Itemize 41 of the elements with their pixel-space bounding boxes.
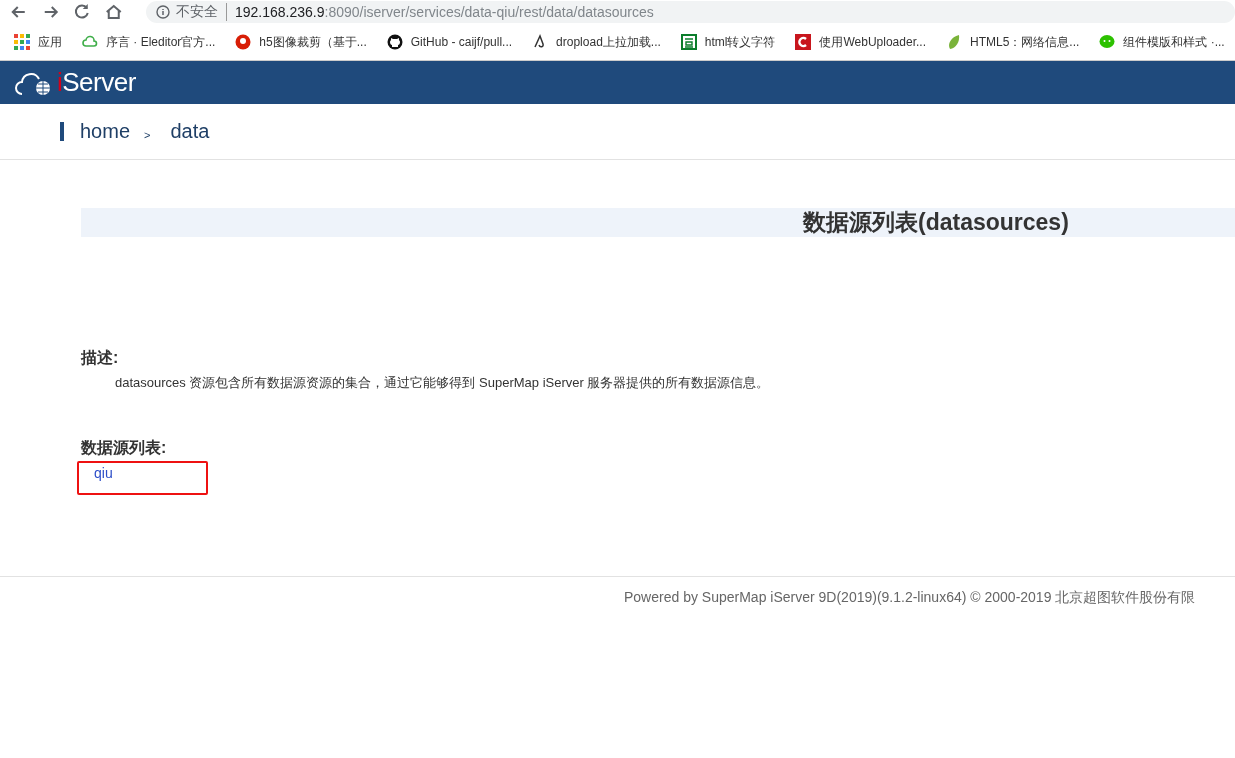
bookmark-label: 组件模版和样式 ·... (1123, 33, 1225, 51)
letter-c-logo-icon (795, 34, 812, 50)
breadcrumb-link[interactable]: home (80, 120, 131, 143)
breadcrumb-separator: > (144, 128, 151, 141)
logo-text: iServer (57, 67, 136, 98)
bookmark[interactable]: dropload上拉加载... (532, 30, 661, 54)
security-label: 不安全 (176, 3, 227, 21)
bookmark-label: dropload上拉加载... (556, 33, 661, 51)
address-bar[interactable]: 不安全 192.168.236.9:8090/iserver/services/data-qiu/rest/data/datasources (146, 1, 1235, 23)
bookmark[interactable]: 组件模版和样式 ·... (1099, 30, 1225, 54)
section-heading: 数据源列表: (81, 438, 168, 458)
datasource-link[interactable]: qiu (94, 465, 113, 481)
bookmark[interactable]: h5图像裁剪（基于... (235, 30, 367, 54)
bookmark[interactable]: html转义字符 (680, 30, 776, 54)
leaf-icon (946, 34, 962, 50)
page-title: 数据源列表(datasources) (803, 208, 1069, 237)
bookmark[interactable]: HTML5：网络信息... (946, 30, 1080, 54)
url-path: :8090/iserver/services/data-qiu/rest/data/datasources (324, 4, 654, 20)
bookmark-label: HTML5：网络信息... (970, 33, 1080, 51)
bookmark-label: 应用 (38, 33, 62, 51)
bookmark-label: GitHub - caijf/pull... (410, 35, 513, 49)
footer-text: Powered by SuperMap iServer 9D(2019)(9.1.2-linux64) © 2000-2019 北京超图软件股份有限 (624, 589, 1196, 607)
github-icon (386, 34, 403, 50)
chat-bubble-icon (1099, 34, 1116, 50)
cloud-icon (82, 34, 98, 50)
apps-grid-icon (14, 34, 30, 50)
bookmark[interactable]: GitHub - caijf/pull... (386, 31, 513, 53)
bookmark[interactable]: 应用 (14, 30, 62, 54)
info-icon[interactable] (156, 5, 170, 19)
bookmark-label: html转义字符 (704, 33, 776, 51)
section-heading: 描述: (81, 348, 120, 368)
bookmark[interactable]: 使用WebUploader... (795, 30, 926, 54)
bookmark[interactable]: 序言 · Eleditor官方... (82, 30, 216, 54)
circle-logo-icon (235, 34, 252, 50)
bookmark-label: 序言 · Eleditor官方... (106, 33, 216, 51)
breadcrumb-link[interactable]: data (170, 120, 210, 143)
description-text: datasources 资源包含所有数据源资源的集合，通过它能够得到 SuperMap iServer 服务器提供的所有数据源信息。 (115, 374, 771, 392)
square-logo-icon (680, 34, 697, 50)
bookmark-label: 使用WebUploader... (819, 33, 926, 51)
bookmark-label: h5图像裁剪（基于... (259, 33, 367, 51)
url-host: 192.168.236.9 (235, 4, 325, 20)
